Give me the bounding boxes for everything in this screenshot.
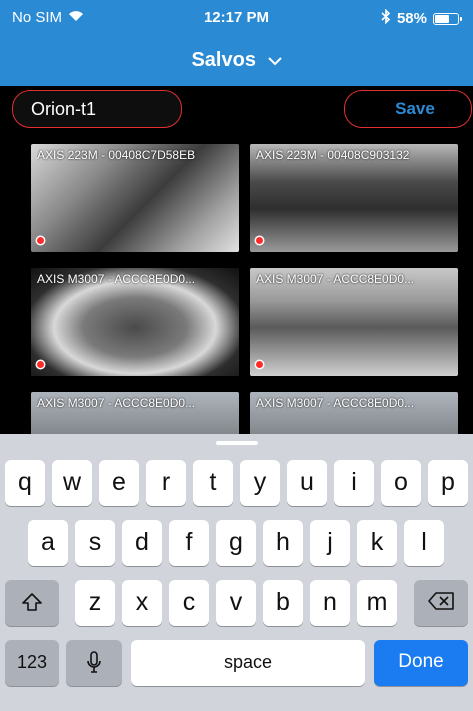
camera-tile[interactable]: AXIS M3007 - ACCC8E0D0...	[31, 268, 239, 376]
camera-label: AXIS M3007 - ACCC8E0D0...	[37, 272, 196, 286]
save-button[interactable]: Save	[344, 90, 472, 128]
key-v[interactable]: v	[216, 580, 256, 626]
recording-dot-icon	[37, 237, 44, 244]
key-l[interactable]: l	[404, 520, 444, 566]
key-g[interactable]: g	[216, 520, 256, 566]
key-u[interactable]: u	[287, 460, 327, 506]
key-b[interactable]: b	[263, 580, 303, 626]
battery-icon	[433, 12, 462, 25]
backspace-icon	[414, 591, 468, 611]
camera-label: AXIS M3007 - ACCC8E0D0...	[256, 396, 415, 410]
camera-label: AXIS 223M - 00408C903132	[256, 148, 410, 162]
shift-icon	[5, 591, 59, 613]
chevron-down-icon	[267, 49, 282, 72]
camera-label: AXIS M3007 - ACCC8E0D0...	[37, 396, 196, 410]
key-o[interactable]: o	[381, 460, 421, 506]
key-a[interactable]: a	[28, 520, 68, 566]
key-i[interactable]: i	[334, 460, 374, 506]
key-p[interactable]: p	[428, 460, 468, 506]
key-t[interactable]: t	[193, 460, 233, 506]
nav-title-text: Salvos	[191, 49, 256, 71]
camera-tile[interactable]: AXIS 223M - 00408C903132	[250, 144, 458, 252]
view-name-input[interactable]: Orion-t1	[12, 90, 182, 128]
key-q[interactable]: q	[5, 460, 45, 506]
camera-grid[interactable]: AXIS 223M - 00408C7D58EB AXIS 223M - 004…	[0, 134, 473, 434]
key-y[interactable]: y	[240, 460, 280, 506]
bluetooth-icon	[381, 8, 391, 28]
battery-percent: 58%	[396, 10, 427, 27]
key-m[interactable]: m	[357, 580, 397, 626]
microphone-icon	[66, 651, 122, 675]
shift-key[interactable]	[5, 580, 59, 626]
key-f[interactable]: f	[169, 520, 209, 566]
done-key[interactable]: Done	[374, 640, 468, 686]
recording-dot-icon	[37, 361, 44, 368]
key-d[interactable]: d	[122, 520, 162, 566]
camera-tile[interactable]: AXIS 223M - 00408C7D58EB	[31, 144, 239, 252]
nav-bar: Salvos	[0, 36, 473, 86]
key-x[interactable]: x	[122, 580, 162, 626]
key-j[interactable]: j	[310, 520, 350, 566]
key-n[interactable]: n	[310, 580, 350, 626]
camera-label: AXIS M3007 - ACCC8E0D0...	[256, 272, 415, 286]
numbers-key[interactable]: 123	[5, 640, 59, 686]
key-s[interactable]: s	[75, 520, 115, 566]
key-r[interactable]: r	[146, 460, 186, 506]
view-selector[interactable]: Salvos	[0, 49, 473, 72]
keyboard-grabber	[216, 441, 258, 445]
camera-tile[interactable]: AXIS M3007 - ACCC8E0D0...	[250, 268, 458, 376]
save-row: Orion-t1 Save	[0, 86, 473, 134]
camera-tile[interactable]: AXIS M3007 - ACCC8E0D0...	[250, 392, 458, 434]
status-right-group: 58%	[381, 8, 462, 28]
recording-dot-icon	[256, 361, 263, 368]
dictation-key[interactable]	[66, 640, 122, 686]
key-w[interactable]: w	[52, 460, 92, 506]
keyboard: q w e r t y u i o p a s d f g h j k l z …	[0, 434, 473, 711]
camera-label: AXIS 223M - 00408C7D58EB	[37, 148, 196, 162]
key-z[interactable]: z	[75, 580, 115, 626]
camera-tile[interactable]: AXIS M3007 - ACCC8E0D0...	[31, 392, 239, 434]
space-key[interactable]: space	[131, 640, 365, 686]
delete-key[interactable]	[414, 580, 468, 626]
key-k[interactable]: k	[357, 520, 397, 566]
recording-dot-icon	[256, 237, 263, 244]
status-bar: No SIM 12:17 PM 58%	[0, 0, 473, 36]
key-e[interactable]: e	[99, 460, 139, 506]
key-c[interactable]: c	[169, 580, 209, 626]
key-h[interactable]: h	[263, 520, 303, 566]
